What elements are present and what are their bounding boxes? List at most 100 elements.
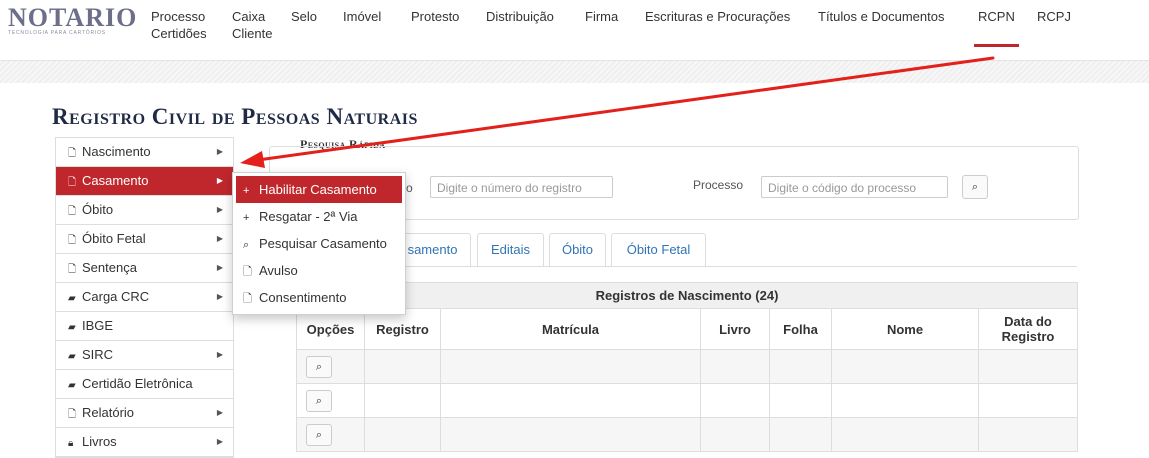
sidebar-item-label: Livros [82,434,117,449]
menu-item-label: Resgatar - 2ª Via [259,209,358,224]
sidebar-item-sirc[interactable]: ▰ SIRC ▶ [56,341,233,370]
notario-logo[interactable]: NOTARIO TECNOLOGIA PARA CARTÓRIOS [8,5,136,37]
table-cell [769,349,832,384]
col-header-livro: Livro [700,308,770,350]
caret-right-icon: ▶ [216,263,223,272]
menu-item-pesquisar-casamento[interactable]: ⌕ Pesquisar Casamento [233,230,405,257]
caret-right-icon: ▶ [216,292,223,301]
nav-label: Certidões [151,26,207,41]
menu-item-consentimento[interactable]: 🗋 Consentimento [233,284,405,311]
table-cell [700,417,770,452]
nav-processo-certidoes[interactable]: Processo Certidões [151,8,207,42]
table-cell: ⌕ [296,383,365,418]
nav-label: Títulos e Documentos [818,9,945,24]
tab-obito[interactable]: Óbito [549,233,606,266]
nav-imovel[interactable]: Imóvel [343,8,381,25]
plus-icon: + [243,212,250,224]
sidebar-item-obito-fetal[interactable]: 🗋 Óbito Fetal ▶ [56,225,233,254]
nav-escrituras-procuracoes[interactable]: Escrituras e Procurações [645,8,790,25]
table-cell [440,349,701,384]
sidebar-item-certidao-eletronica[interactable]: ▰ Certidão Eletrônica [56,370,233,399]
nav-distribuicao[interactable]: Distribuição [486,8,554,25]
file-icon: 🗋 [68,148,77,159]
sidebar-item-label: Casamento [82,173,149,188]
caret-right-icon: ▶ [216,234,223,243]
view-record-button[interactable]: ⌕ [306,389,332,412]
table-cell [831,349,979,384]
sidebar-item-carga-crc[interactable]: ▰ Carga CRC ▶ [56,283,233,312]
table-cell [831,417,979,452]
search-icon: ⌕ [315,394,323,407]
nav-label: Imóvel [343,9,382,24]
file-icon: 🗋 [68,206,77,217]
search-icon: ⌕ [315,428,323,441]
table-cell [440,417,701,452]
sidebar-item-relatorio[interactable]: 🗋 Relatório ▶ [56,399,233,428]
table-cell [977,383,1079,418]
caret-right-icon: ▶ [216,408,223,417]
nav-firma[interactable]: Firma [585,8,618,25]
menu-item-label: Habilitar Casamento [259,182,377,197]
nav-caixa-cliente[interactable]: Caixa Cliente [232,8,272,42]
nav-selo[interactable]: Selo [291,8,317,25]
nav-titulos-documentos[interactable]: Títulos e Documentos [818,8,944,25]
table-cell [700,383,770,418]
table-row: ⌕ [296,349,1079,384]
table-cell [977,417,1079,452]
table-row: ⌕ [296,383,1079,418]
menu-item-resgatar-2a-via[interactable]: + Resgatar - 2ª Via [233,203,405,230]
sidebar-item-casamento[interactable]: 🗋 Casamento ▶ [56,167,233,196]
processo-search-input[interactable]: Digite o código do processo [761,176,948,198]
view-record-button[interactable]: ⌕ [306,423,332,446]
nav-label: Escrituras e Procurações [645,9,791,24]
sidebar-item-label: Óbito Fetal [82,231,146,246]
col-header-matricula: Matrícula [440,308,701,350]
nav-label: Cliente [232,26,273,41]
table-cell [700,349,770,384]
file-icon: 🗋 [68,235,77,246]
menu-item-avulso[interactable]: 🗋 Avulso [233,257,405,284]
sidebar-item-sentenca[interactable]: 🗋 Sentença ▶ [56,254,233,283]
file-icon: 🗋 [68,177,77,188]
menu-item-label: Avulso [259,263,298,278]
folder-icon: ▰ [68,322,76,333]
table-cell: ⌕ [296,349,365,384]
nav-label: Processo [151,9,206,24]
registro-label: o [406,181,413,195]
menu-item-label: Pesquisar Casamento [259,236,387,251]
tab-casamento[interactable]: samento [395,233,471,266]
table-cell [364,383,441,418]
nav-rcpj[interactable]: RCPJ [1037,8,1071,25]
sidebar-item-label: IBGE [82,318,114,333]
sidebar-menu: 🗋 Nascimento ▶ 🗋 Casamento ▶ 🗋 Óbito ▶ 🗋 Óbi… [55,137,234,458]
sidebar-item-ibge[interactable]: ▰ IBGE [56,312,233,341]
sidebar-item-obito[interactable]: 🗋 Óbito ▶ [56,196,233,225]
menu-item-habilitar-casamento[interactable]: + Habilitar Casamento [236,176,402,203]
arrow-head [240,151,265,168]
nav-label: RCPN [978,9,1015,24]
tab-obito-fetal[interactable]: Óbito Fetal [611,233,706,266]
view-record-button[interactable]: ⌕ [306,355,332,378]
table-cell: ⌕ [296,417,365,452]
table-cell [364,349,441,384]
nav-label: Protesto [411,9,460,24]
nav-label: Caixa [232,9,266,24]
col-header-nome: Nome [831,308,979,350]
caret-right-icon: ▶ [216,147,223,156]
sidebar-item-label: Óbito [82,202,114,217]
registro-search-input[interactable]: Digite o número do registro [430,176,613,198]
file-icon: 🗋 [68,409,77,420]
sidebar-item-livros[interactable]: 🔒︎ Livros ▶ [56,428,233,457]
table-cell [977,349,1079,384]
nav-protesto[interactable]: Protesto [411,8,459,25]
folder-icon: ▰ [68,351,76,362]
table-cell [769,417,832,452]
tab-editais[interactable]: Editais [477,233,544,266]
nav-rcpn[interactable]: RCPN [974,8,1019,47]
col-header-data-registro: Data do Registro [977,308,1079,350]
quick-search-button[interactable]: ⌕ [962,175,988,199]
table-cell [769,383,832,418]
sidebar-item-nascimento[interactable]: 🗋 Nascimento ▶ [56,138,233,167]
search-icon: ⌕ [971,181,979,193]
search-icon: ⌕ [315,360,323,373]
